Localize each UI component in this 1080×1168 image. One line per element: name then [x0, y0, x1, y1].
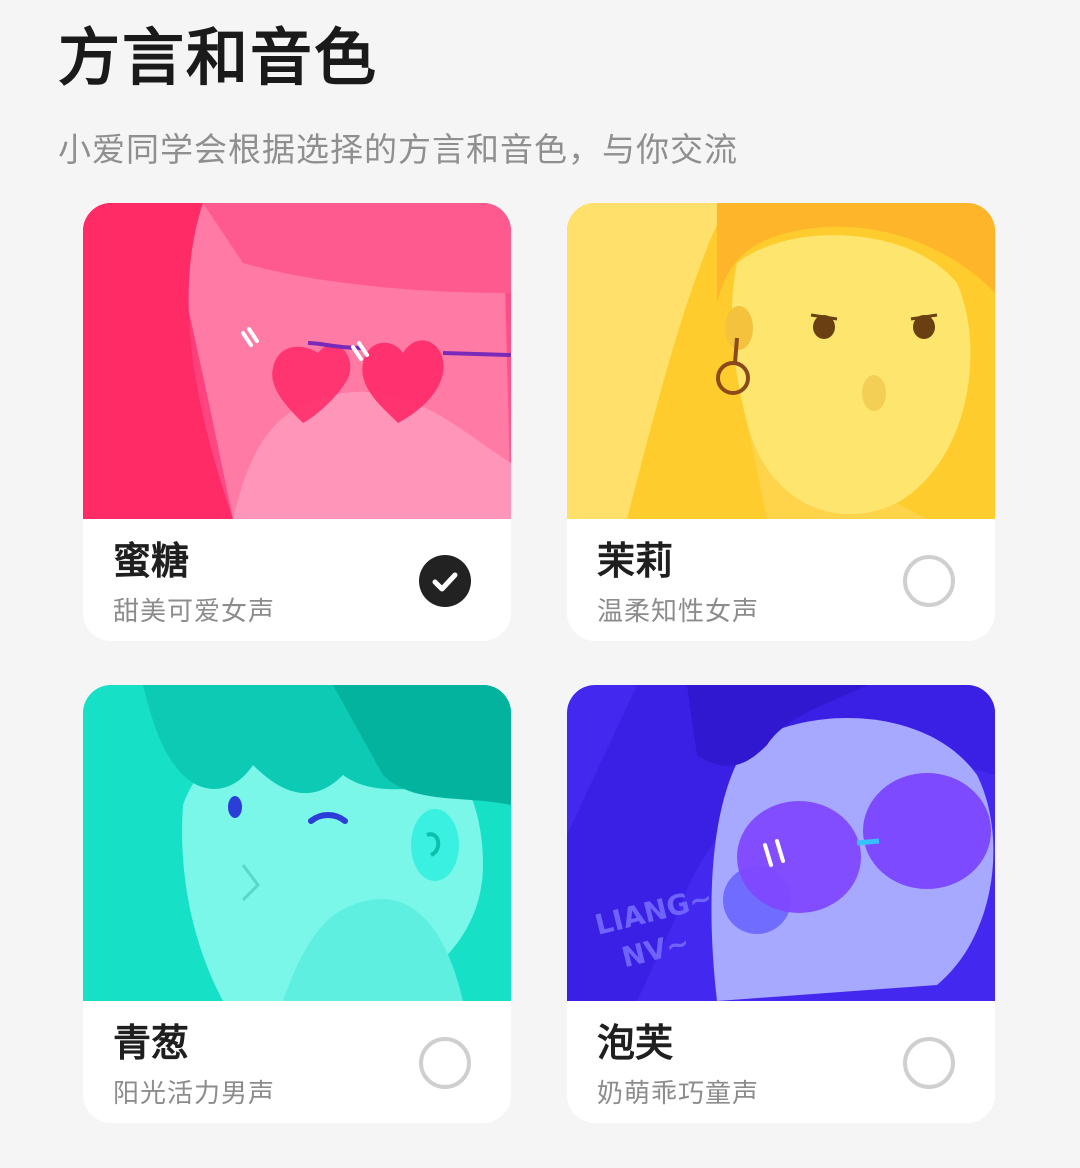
unselected-radio-icon[interactable]: [903, 1037, 955, 1089]
voice-illustration: [83, 203, 511, 519]
page-title: 方言和音色: [58, 21, 379, 94]
unselected-radio-icon[interactable]: [419, 1037, 471, 1089]
voice-illustration: LIANG~ NV~: [567, 685, 995, 1001]
voice-card-mitang[interactable]: 蜜糖 甜美可爱女声: [83, 203, 511, 641]
voice-name: 青葱: [113, 1021, 190, 1065]
voice-card-moli[interactable]: 茉莉 温柔知性女声: [567, 203, 995, 641]
voice-illustration: [83, 685, 511, 1001]
voice-card-paofu[interactable]: LIANG~ NV~ 泡芙 奶萌乖巧童声: [567, 685, 995, 1123]
voice-description: 奶萌乖巧童声: [597, 1079, 760, 1109]
unselected-radio-icon[interactable]: [903, 555, 955, 607]
voice-name: 泡芙: [597, 1021, 674, 1065]
voice-name: 蜜糖: [113, 539, 190, 583]
page-subtitle: 小爱同学会根据选择的方言和音色，与你交流: [58, 130, 738, 169]
voice-description: 阳光活力男声: [113, 1079, 276, 1109]
voice-description: 甜美可爱女声: [113, 597, 276, 627]
voice-illustration: [567, 203, 995, 519]
voice-card-qingcong[interactable]: 青葱 阳光活力男声: [83, 685, 511, 1123]
voice-description: 温柔知性女声: [597, 597, 760, 627]
selected-check-icon[interactable]: [419, 555, 471, 607]
voice-name: 茉莉: [597, 539, 674, 583]
